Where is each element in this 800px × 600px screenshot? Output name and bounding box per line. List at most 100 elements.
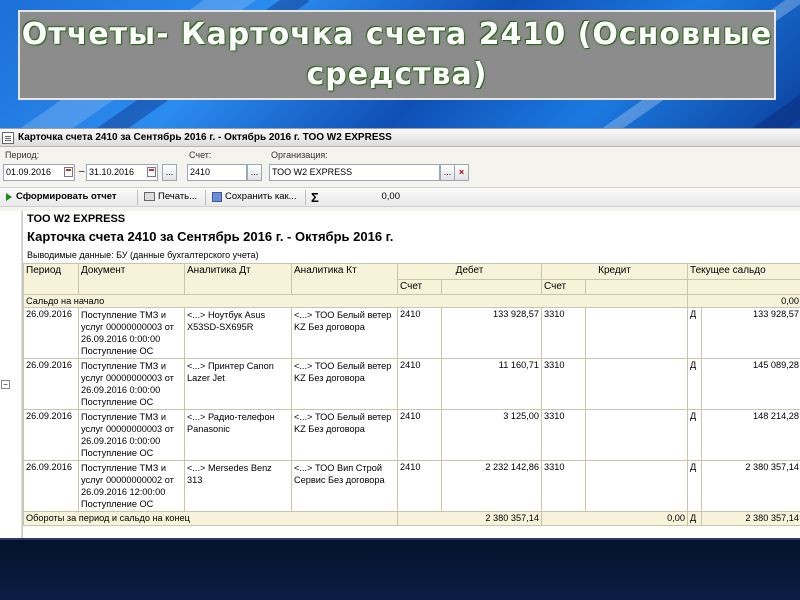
row-credit-sum [584,358,689,410]
totals-label: Обороты за период и сальдо на конец [23,511,398,526]
account-label: Счет: [189,150,212,160]
slide-title-line1: Отчеты- Карточка счета 2410 (Основные [21,17,773,52]
row-credit-sum [584,307,689,359]
period-label: Период: [5,150,40,160]
row-analytics-kt: <...> ТОО Белый ветер KZ Без договора [291,307,398,359]
row-credit-account: 3310 [541,460,586,512]
row-balance-side: Д [687,358,703,410]
selection-sum: 0,00 [381,191,401,202]
print-label: Печать... [158,191,198,202]
row-document[interactable]: Поступление ТМЗ и услуг 00000000003 от 2… [78,409,185,461]
row-analytics-kt: <...> ТОО Белый ветер KZ Без договора [291,358,398,410]
account-select-button[interactable]: ... [247,164,262,181]
row-analytics-kt: <...> ТОО Вип Строй Сервис Без договора [291,460,398,512]
opening-balance-value: 0,00 [687,294,800,308]
row-date: 26.09.2016 [23,460,79,512]
table-row[interactable]: 26.09.2016 Поступление ТМЗ и услуг 00000… [23,460,800,512]
row-debit-sum: 3 125,00 [441,409,542,461]
row-balance-side: Д [687,460,703,512]
report-sheet: ТОО W2 EXPRESS Карточка счета 2410 за Се… [22,211,800,538]
row-balance-side: Д [687,409,703,461]
org-select-button[interactable]: ... [440,164,455,181]
row-analytics-dt: <...> Ноутбук Asus X53SD-SX695R [184,307,292,359]
totals-debit: 2 380 357,14 [397,511,542,526]
header-debit: Дебет [397,263,542,280]
collapse-group-button[interactable]: − [1,380,10,389]
table-row[interactable]: 26.09.2016 Поступление ТМЗ и услуг 00000… [23,307,800,359]
report-window: Карточка счета 2410 за Сентябрь 2016 г. … [0,128,800,538]
row-balance: 148 214,28 [701,409,800,461]
group-margin: − [0,211,22,538]
report-params: Период: 01.09.2016 – 31.10.2016 ... Счет… [0,147,800,187]
header-credit-sum [584,279,689,295]
footer-divider [0,538,800,540]
slide-title-line2: средства) [306,57,488,92]
slide-title-box: Отчеты- Карточка счета 2410 (Основные ср… [18,10,776,100]
row-date: 26.09.2016 [23,409,79,461]
report-icon [2,131,14,144]
row-credit-sum [584,409,689,461]
row-analytics-dt: <...> Mersedes Benz 313 [184,460,292,512]
row-debit-sum: 133 928,57 [441,307,542,359]
row-credit-account: 3310 [541,409,586,461]
row-analytics-dt: <...> Принтер Canon Lazer Jet [184,358,292,410]
org-clear-button[interactable]: × [454,164,469,181]
print-button[interactable]: Печать... [144,191,197,202]
report-toolbar: Сформировать отчет Печать... Сохранить к… [0,187,800,207]
row-balance: 145 089,28 [701,358,800,410]
toolbar-separator [305,190,306,205]
report-org: ТОО W2 EXPRESS [27,213,126,225]
row-credit-sum [584,460,689,512]
row-date: 26.09.2016 [23,307,79,359]
save-icon [212,191,222,202]
window-titlebar[interactable]: Карточка счета 2410 за Сентябрь 2016 г. … [0,129,800,147]
header-balance-sub [687,279,800,295]
generate-report-label: Сформировать отчет [16,191,117,202]
row-balance: 2 380 357,14 [701,460,800,512]
row-debit-account: 2410 [397,409,442,461]
row-balance-side: Д [687,307,703,359]
row-document[interactable]: Поступление ТМЗ и услуг 00000000002 от 2… [78,460,185,512]
row-debit-account: 2410 [397,307,442,359]
row-credit-account: 3310 [541,307,586,359]
generate-report-button[interactable]: Сформировать отчет [6,191,117,202]
report-output-data: Выводимые данные: БУ (данные бухгалтерск… [27,250,259,260]
org-label: Организация: [271,150,328,160]
header-period: Период [23,263,79,295]
header-analytics-dt: Аналитика Дт [184,263,292,295]
toolbar-separator [137,190,138,205]
account-field[interactable]: 2410 [187,164,247,181]
row-credit-account: 3310 [541,358,586,410]
header-document: Документ [78,263,185,295]
org-field[interactable]: ТОО W2 EXPRESS [269,164,440,181]
opening-balance-label: Сальдо на начало [23,294,689,308]
period-select-button[interactable]: ... [162,164,177,181]
table-row[interactable]: 26.09.2016 Поступление ТМЗ и услуг 00000… [23,358,800,410]
row-debit-account: 2410 [397,460,442,512]
header-credit: Кредит [540,263,689,280]
row-analytics-dt: <...> Радио-телефон Panasonic [184,409,292,461]
save-as-label: Сохранить как... [225,191,297,202]
header-debit-sum [441,279,542,295]
totals-balance: 2 380 357,14 [701,511,800,526]
table-row[interactable]: 26.09.2016 Поступление ТМЗ и услуг 00000… [23,409,800,461]
row-balance: 133 928,57 [701,307,800,359]
row-document[interactable]: Поступление ТМЗ и услуг 00000000003 от 2… [78,307,185,359]
save-as-button[interactable]: Сохранить как... [212,191,297,202]
toolbar-separator [205,190,206,205]
slide-title: Отчеты- Карточка счета 2410 (Основные ср… [22,15,772,95]
row-debit-sum: 2 232 142,86 [441,460,542,512]
calendar-icon[interactable] [64,167,73,177]
period-dash: – [79,166,85,177]
window-title: Карточка счета 2410 за Сентябрь 2016 г. … [18,132,392,143]
play-icon [6,192,12,201]
calendar-icon[interactable] [147,167,156,177]
row-document[interactable]: Поступление ТМЗ и услуг 00000000003 от 2… [78,358,185,410]
report-title: Карточка счета 2410 за Сентябрь 2016 г. … [27,229,394,244]
row-debit-sum: 11 160,71 [441,358,542,410]
row-debit-account: 2410 [397,358,442,410]
row-analytics-kt: <...> ТОО Белый ветер KZ Без договора [291,409,398,461]
header-balance: Текущее сальдо [687,263,800,280]
slide-footer-background [0,538,800,600]
totals-balance-side: Д [687,511,703,526]
